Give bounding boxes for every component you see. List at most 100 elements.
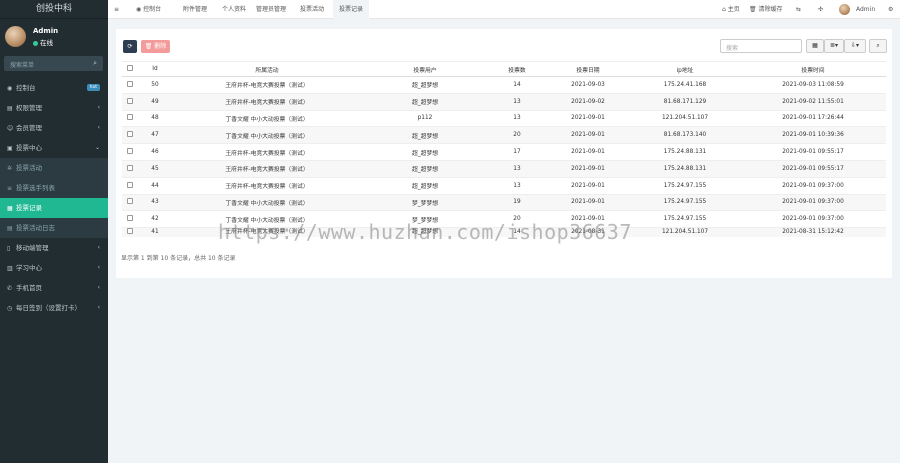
table-row[interactable]: 46 王府井杯-电竞大赛投票（测试） 超_超梦想 17 2021-09-01 175.24… (122, 143, 886, 161)
cell-ip: 175.24.88.131 (630, 143, 740, 161)
cell-date: 2021-09-01 (546, 109, 630, 127)
clear-cache-link[interactable]: 🗑 清除缓存 (749, 0, 783, 19)
cell-activity: 王府井杯-电竞大赛投票（测试） (172, 159, 362, 178)
col-votes[interactable]: 投票数 (488, 61, 546, 77)
brand-logo[interactable]: 创投中科 (0, 0, 108, 19)
cell-activity: 丁香文耀 中小大动投票（测试） (172, 193, 362, 211)
vote-icon: ▣ (7, 145, 13, 152)
advanced-search-button[interactable]: ⌕ (869, 39, 887, 53)
table-row[interactable]: 49 王府井杯-电竞大赛投票（测试） 超_超梦想 13 2021-09-02 81.68.… (122, 92, 886, 111)
cell-activity: 丁香文耀 中小大动投票（测试） (172, 109, 362, 127)
col-user[interactable]: 投票用户 (362, 61, 488, 77)
cell-user: 超_超梦想 (362, 176, 488, 195)
sidebar-item[interactable]: ≡ 投票选手列表 (0, 178, 108, 198)
user-status: 在线 (33, 37, 53, 47)
row-checkbox[interactable] (122, 227, 138, 238)
row-checkbox[interactable] (122, 159, 138, 178)
sidebar-item[interactable]: ✲ 投票活动 (0, 158, 108, 178)
col-id[interactable]: Id (138, 61, 172, 77)
cell-time: 2021-09-01 09:55:17 (740, 159, 886, 178)
col-activity[interactable]: 所属活动 (172, 61, 362, 77)
chevron-icon: ‹ (97, 124, 100, 131)
row-checkbox[interactable] (122, 109, 138, 127)
tab-dashboard[interactable]: ◉ 控制台 (136, 0, 161, 19)
table-row[interactable]: 50 王府井杯-电竞大赛投票（测试） 超_超梦想 14 2021-09-03 175.24… (122, 76, 886, 94)
sidebar-item[interactable]: ✆ 手机首页 ‹ (0, 278, 108, 298)
tab-attachments[interactable]: 附件管理 (183, 0, 207, 19)
row-checkbox[interactable] (122, 126, 138, 144)
cell-ip: 81.68.173.140 (630, 126, 740, 144)
sidebar-item[interactable]: ▤ 权限管理 ‹ (0, 98, 108, 118)
cell-user: 超_超梦想 (362, 92, 488, 111)
mobile-icon: ▯ (7, 245, 11, 252)
tab-admins[interactable]: 管理员管理 (256, 0, 286, 19)
cell-id: 42 (138, 210, 172, 228)
sidebar-item-label: 每日签到（设置打卡） (16, 304, 81, 312)
select-all-checkbox[interactable] (122, 61, 138, 77)
cell-votes: 17 (488, 143, 546, 161)
tab-label: 控制台 (143, 6, 162, 13)
table-row[interactable]: 45 王府井杯-电竞大赛投票（测试） 超_超梦想 13 2021-09-01 175.24… (122, 159, 886, 178)
sidebar-item[interactable]: ▯ 移动端管理 ‹ (0, 238, 108, 258)
col-ip[interactable]: ip地址 (630, 61, 740, 77)
cell-votes: 20 (488, 126, 546, 144)
row-checkbox[interactable] (122, 143, 138, 161)
col-date[interactable]: 投票日期 (546, 61, 630, 77)
row-checkbox[interactable] (122, 92, 138, 111)
admin-name[interactable]: Admin (856, 0, 875, 19)
col-time[interactable]: 投票时间 (740, 61, 886, 77)
menu-toggle-icon[interactable]: ≡ (114, 0, 119, 19)
tab-profile[interactable]: 个人资料 (222, 0, 246, 19)
refresh-button[interactable]: ⟳ (123, 40, 137, 53)
tab-vote-records[interactable]: 投票记录 (333, 0, 370, 19)
status-dot-icon (33, 40, 38, 46)
sidebar-item[interactable]: ▤ 投票活动日志 (0, 218, 108, 238)
chevron-icon: ‹ (97, 244, 100, 251)
cell-date: 2021-09-01 (546, 143, 630, 161)
cell-votes: 19 (488, 193, 546, 211)
sidebar-item-label: 控制台 (16, 84, 36, 92)
settings-icon[interactable]: ⚙ (888, 0, 893, 19)
row-checkbox[interactable] (122, 176, 138, 195)
sidebar-item[interactable]: ◉ 控制台 hot (0, 78, 108, 98)
sidebar-item[interactable]: ▥ 学习中心 ‹ (0, 258, 108, 278)
table-search-input[interactable]: 搜索 (720, 39, 802, 53)
top-avatar[interactable] (839, 4, 850, 15)
sidebar-item[interactable]: ◷ 每日签到（设置打卡） ‹ (0, 298, 108, 318)
pagination-summary: 显示第 1 到第 10 条记录，总共 10 条记录 (121, 255, 236, 262)
cell-votes: 14 (488, 76, 546, 94)
sidebar-item-label: 投票活动 (16, 164, 42, 172)
avatar[interactable] (5, 26, 26, 47)
export-button[interactable]: ⇩▾ (844, 39, 866, 53)
columns-button[interactable]: ≣▾ (824, 39, 844, 53)
watermark-text: https://www.huzhan.com/ishop36637 (218, 220, 632, 244)
clear-cache-label: 清除缓存 (758, 6, 783, 13)
row-checkbox[interactable] (122, 210, 138, 228)
table-row[interactable]: 43 丁香文耀 中小大动投票（测试） 梦_梦梦想 19 2021-09-01 175.24… (122, 193, 886, 211)
table-header-row: Id 所属活动 投票用户 投票数 投票日期 ip地址 投票时间 (122, 61, 886, 77)
cell-time: 2021-09-01 10:39:36 (740, 126, 886, 144)
row-checkbox[interactable] (122, 193, 138, 211)
sidebar-search-input[interactable]: 搜索菜单 ⌕ (4, 56, 103, 71)
cell-time: 2021-09-01 09:55:17 (740, 143, 886, 161)
table-row[interactable]: 44 王府井杯-电竞大赛投票（测试） 超_超梦想 13 2021-09-01 175.24… (122, 176, 886, 195)
tab-vote-activity[interactable]: 投票活动 (300, 0, 324, 19)
cell-time: 2021-09-01 17:26:44 (740, 109, 886, 127)
cell-user: 超_超梦想 (362, 76, 488, 94)
fullscreen-icon[interactable]: ✣ (818, 0, 823, 19)
delete-button[interactable]: 🗑 删除 (141, 40, 170, 53)
sidebar-menu: ◉ 控制台 hot ▤ 权限管理 ‹ ☺ 会员管理 ‹ ▣ 投票中心 ⌄ ✲ 投票活动 ≡ 投票选手列表 ▦ 投票… (0, 78, 108, 318)
sidebar-item[interactable]: ☺ 会员管理 ‹ (0, 118, 108, 138)
translate-icon[interactable]: ⇆ (796, 0, 801, 19)
search-icon[interactable]: ⌕ (93, 59, 97, 68)
row-checkbox[interactable] (122, 76, 138, 94)
table-row[interactable]: 48 丁香文耀 中小大动投票（测试） p112 13 2021-09-01 121.204… (122, 109, 886, 127)
delete-label: 删除 (154, 43, 167, 50)
home-link[interactable]: ⌂ 主页 (722, 0, 740, 19)
cell-id: 46 (138, 143, 172, 161)
toggle-view-button[interactable]: ▦ (806, 39, 824, 53)
sidebar-item[interactable]: ▦ 投票记录 (0, 198, 108, 218)
sidebar-item[interactable]: ▣ 投票中心 ⌄ (0, 138, 108, 158)
cell-ip: 81.68.171.129 (630, 92, 740, 111)
table-row[interactable]: 47 丁香文耀 中小大动投票（测试） 超_超梦想 20 2021-09-01 81.68.… (122, 126, 886, 144)
